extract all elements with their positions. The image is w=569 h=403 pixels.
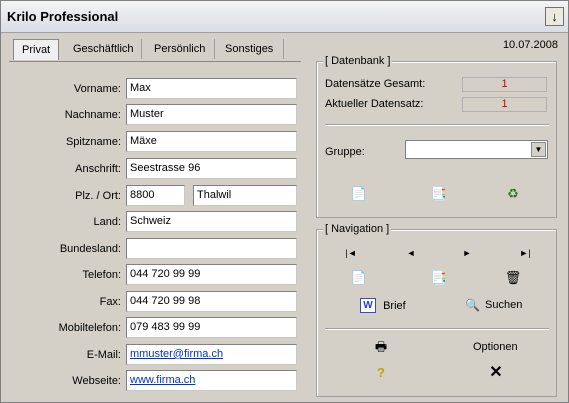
spitzname-field[interactable]: Mäxe: [126, 131, 297, 152]
land-label: Land:: [93, 216, 121, 228]
plz-field[interactable]: 8800: [126, 185, 185, 206]
navigation-title: [ Navigation ]: [323, 223, 392, 235]
nachname-field[interactable]: Muster: [126, 104, 297, 125]
gruppe-label: Gruppe:: [325, 146, 365, 158]
land-field[interactable]: Schweiz: [126, 211, 297, 232]
ort-field[interactable]: Thalwil: [193, 185, 297, 206]
divider: [325, 328, 549, 330]
spitzname-label: Spitzname:: [65, 136, 121, 148]
brief-label: Brief: [383, 299, 406, 312]
new-record-icon[interactable]: 📄: [350, 269, 368, 287]
arrow-down-icon[interactable]: ↓: [545, 7, 564, 26]
current-record-label: Aktueller Datensatz:: [325, 98, 424, 110]
tab-geschaeftlich[interactable]: Geschäftlich: [65, 39, 142, 59]
suchen-button[interactable]: 🔍 Suchen: [465, 298, 522, 312]
nachname-label: Nachname:: [64, 109, 121, 121]
webseite-field[interactable]: www.firma.ch: [126, 370, 297, 391]
optionen-button[interactable]: Optionen: [473, 341, 518, 353]
suchen-label: Suchen: [485, 299, 523, 311]
current-date: 10.07.2008: [502, 39, 558, 51]
telefon-label: Telefon:: [82, 269, 121, 281]
mobil-field[interactable]: 079 483 99 99: [126, 317, 297, 338]
anschrift-label: Anschrift:: [75, 163, 121, 175]
app-window: Krilo Professional ↓ Privat Geschäftlich…: [0, 0, 569, 403]
divider: [325, 124, 549, 126]
total-records-label: Datensätze Gesamt:: [325, 78, 426, 90]
vorname-field[interactable]: Max: [126, 78, 297, 99]
gruppe-select[interactable]: ▼: [405, 140, 548, 159]
email-label: E-Mail:: [86, 349, 121, 361]
client-area: Privat Geschäftlich Persönlich Sonstiges…: [1, 33, 568, 402]
tab-separator: [283, 39, 284, 59]
navigation-group: [ Navigation ] |◄ ◄ ► ►| 📄 📑 🗑 W Brief 🔍…: [316, 223, 557, 397]
edit-document-icon[interactable]: 📑: [430, 185, 448, 203]
help-icon[interactable]: ?: [372, 364, 390, 382]
total-records-value: 1: [462, 77, 547, 92]
vorname-label: Vorname:: [73, 83, 121, 95]
email-field[interactable]: mmuster@firma.ch: [126, 344, 297, 365]
new-document-icon[interactable]: 📄: [350, 185, 368, 203]
tab-persoenlich[interactable]: Persönlich: [146, 39, 213, 59]
chevron-down-icon[interactable]: ▼: [531, 142, 546, 157]
datenbank-group: [ Datenbank ] Datensätze Gesamt: 1 Aktue…: [316, 55, 557, 218]
bundesland-field[interactable]: [126, 238, 297, 259]
brief-button[interactable]: W Brief: [360, 298, 406, 313]
webseite-label: Webseite:: [72, 375, 121, 387]
window-title: Krilo Professional: [7, 9, 119, 24]
anschrift-field[interactable]: Seestrasse 96: [126, 158, 297, 179]
last-record-button[interactable]: ►|: [516, 244, 534, 262]
tab-separator: [141, 39, 142, 59]
telefon-field[interactable]: 044 720 99 99: [126, 264, 297, 285]
first-record-button[interactable]: |◄: [342, 244, 360, 262]
delete-icon[interactable]: 🗑: [504, 269, 522, 287]
current-record-value: 1: [462, 97, 547, 112]
tab-sonstiges[interactable]: Sonstiges: [217, 39, 281, 59]
recycle-bin-icon[interactable]: ♻: [504, 185, 522, 203]
tab-underline: [9, 61, 301, 62]
tab-separator: [214, 39, 215, 59]
fax-field[interactable]: 044 720 99 98: [126, 291, 297, 312]
binoculars-icon: 🔍: [465, 298, 480, 312]
next-record-button[interactable]: ►: [458, 244, 476, 262]
word-icon: W: [360, 298, 376, 313]
tab-privat[interactable]: Privat: [13, 39, 60, 60]
fax-label: Fax:: [99, 296, 121, 308]
bundesland-label: Bundesland:: [59, 243, 121, 255]
previous-record-button[interactable]: ◄: [402, 244, 420, 262]
printer-icon[interactable]: 🖶: [372, 338, 390, 356]
plz-ort-label: Plz. / Ort:: [75, 190, 121, 202]
edit-record-icon[interactable]: 📑: [430, 269, 448, 287]
datenbank-title: [ Datenbank ]: [323, 55, 393, 67]
close-icon[interactable]: ✕: [487, 364, 505, 382]
title-bar: Krilo Professional ↓: [1, 1, 568, 33]
mobil-label: Mobiltelefon:: [58, 322, 121, 334]
